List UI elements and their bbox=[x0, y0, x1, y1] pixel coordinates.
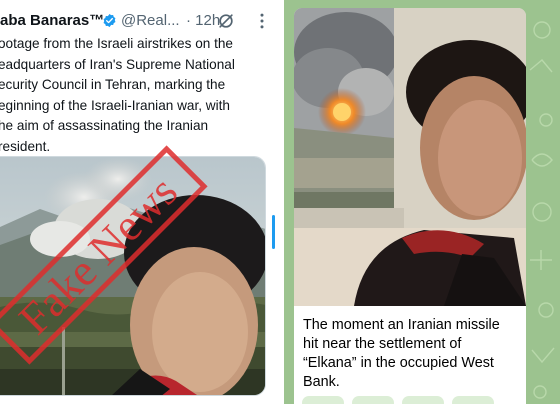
airstrike-photo bbox=[0, 157, 265, 395]
caption-line: hit near the settlement of bbox=[303, 336, 462, 352]
tweet-text-line: he aim of assassinating the Iranian bbox=[0, 118, 209, 133]
reaction-chip[interactable] bbox=[302, 396, 344, 404]
caption-line: The moment an Iranian missile bbox=[303, 317, 500, 333]
more-options-icon[interactable] bbox=[252, 11, 272, 31]
tweet-header: aba Banaras™ @Real... · 12h bbox=[0, 8, 276, 34]
tweet-media-image[interactable] bbox=[0, 156, 266, 396]
message-caption: The moment an Iranian missile hit near t… bbox=[303, 316, 523, 392]
telegram-message: The moment an Iranian missile hit near t… bbox=[294, 8, 526, 404]
tweet-text-line: resident. bbox=[0, 138, 51, 154]
caption-line: “Elkana” in the occupied West bbox=[303, 355, 494, 371]
grok-icon[interactable] bbox=[216, 11, 236, 31]
missile-video-frame[interactable] bbox=[294, 8, 526, 306]
panel-divider bbox=[276, 0, 284, 404]
separator-dot: · bbox=[186, 12, 191, 29]
reaction-chip[interactable] bbox=[402, 396, 444, 404]
tweet-text-line: eginning of the Israeli-Iranian war, wit… bbox=[0, 97, 230, 113]
tweet-text-line: ootage from the Israeli airstrikes on th… bbox=[0, 36, 233, 51]
reaction-bar bbox=[302, 396, 522, 404]
reaction-chip[interactable] bbox=[452, 396, 494, 404]
tweet-text: ootage from the Israeli airstrikes on th… bbox=[0, 34, 274, 157]
tweet-text-line: ecurity Council in Tehran, marking the bbox=[0, 77, 226, 92]
author-handle[interactable]: @Real... bbox=[121, 12, 180, 29]
verified-badge-icon bbox=[103, 13, 116, 28]
x-post-panel: aba Banaras™ @Real... · 12h ootage from … bbox=[0, 0, 276, 404]
scrollbar-thumb[interactable] bbox=[272, 215, 275, 249]
reaction-chip[interactable] bbox=[352, 396, 394, 404]
tweet-text-line: eadquarters of Iran's Supreme National bbox=[0, 56, 235, 72]
telegram-post-panel: The moment an Iranian missile hit near t… bbox=[284, 0, 560, 404]
author-name[interactable]: aba Banaras™ bbox=[0, 12, 104, 29]
caption-line: Bank. bbox=[303, 374, 340, 390]
